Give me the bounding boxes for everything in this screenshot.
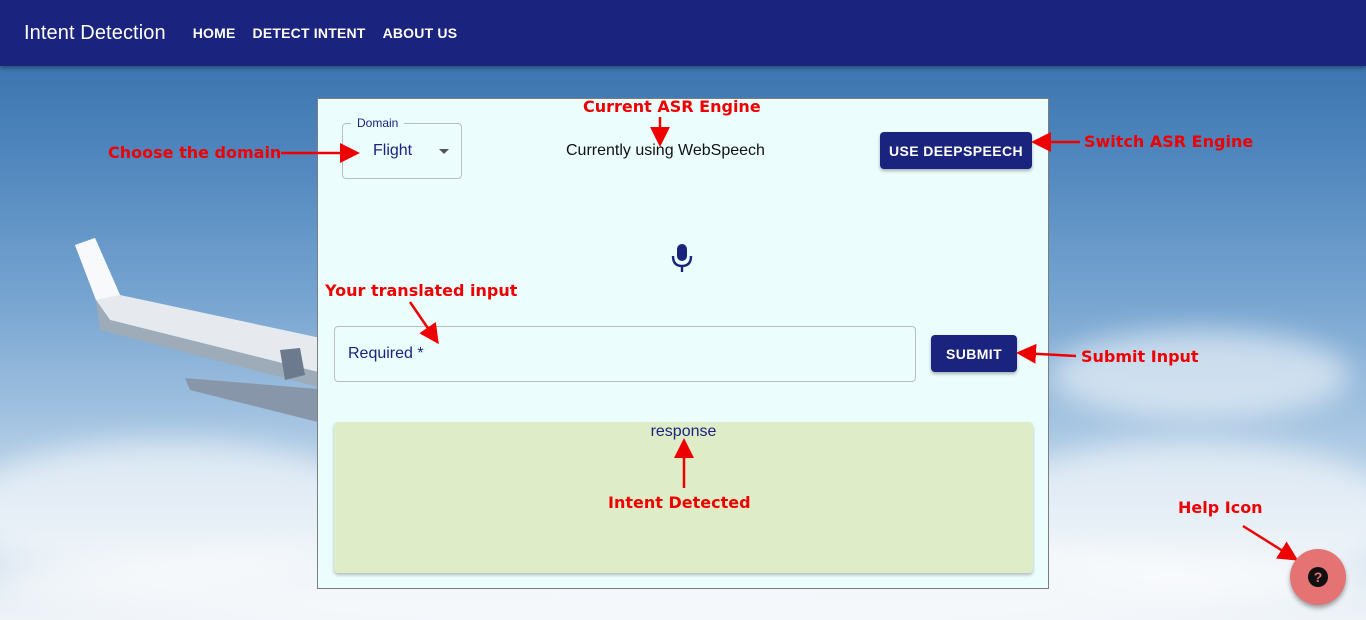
submit-button[interactable]: SUBMIT bbox=[931, 335, 1017, 372]
nav-about-us[interactable]: ABOUT US bbox=[383, 25, 458, 41]
help-circle-icon: ? bbox=[1308, 567, 1328, 587]
annotation-switch-asr: Switch ASR Engine bbox=[1084, 132, 1254, 151]
mic-icon[interactable] bbox=[670, 243, 694, 273]
background-cloud bbox=[1050, 330, 1350, 420]
domain-select[interactable]: Domain Flight bbox=[342, 116, 462, 179]
translated-input-label: Required * bbox=[348, 345, 424, 362]
annotation-help-icon: Help Icon bbox=[1178, 498, 1263, 517]
intent-form-card: Domain Flight Currently using WebSpeech … bbox=[317, 98, 1049, 589]
airplane-wing-image bbox=[75, 238, 330, 425]
response-text: response bbox=[650, 423, 717, 440]
caret-down-icon bbox=[439, 149, 449, 154]
app-bar: Intent Detection HOME DETECT INTENT ABOU… bbox=[0, 0, 1366, 66]
switch-asr-button[interactable]: USE DEEPSPEECH bbox=[880, 132, 1032, 169]
domain-select-value: Flight bbox=[373, 142, 413, 159]
domain-select-label: Domain bbox=[351, 116, 405, 130]
help-button[interactable]: ? bbox=[1290, 549, 1346, 605]
app-title[interactable]: Intent Detection bbox=[24, 22, 166, 45]
asr-status-text: Currently using WebSpeech bbox=[566, 142, 765, 159]
translated-input-field[interactable]: Required * bbox=[334, 326, 916, 382]
nav-detect-intent[interactable]: DETECT INTENT bbox=[253, 25, 366, 41]
annotation-choose-domain: Choose the domain bbox=[108, 143, 282, 162]
nav-home[interactable]: HOME bbox=[193, 25, 236, 41]
annotation-translated-input: Your translated input bbox=[325, 281, 518, 300]
annotation-submit-input: Submit Input bbox=[1081, 347, 1199, 366]
annotation-current-asr: Current ASR Engine bbox=[583, 97, 761, 116]
annotation-intent-detected: Intent Detected bbox=[608, 493, 751, 512]
